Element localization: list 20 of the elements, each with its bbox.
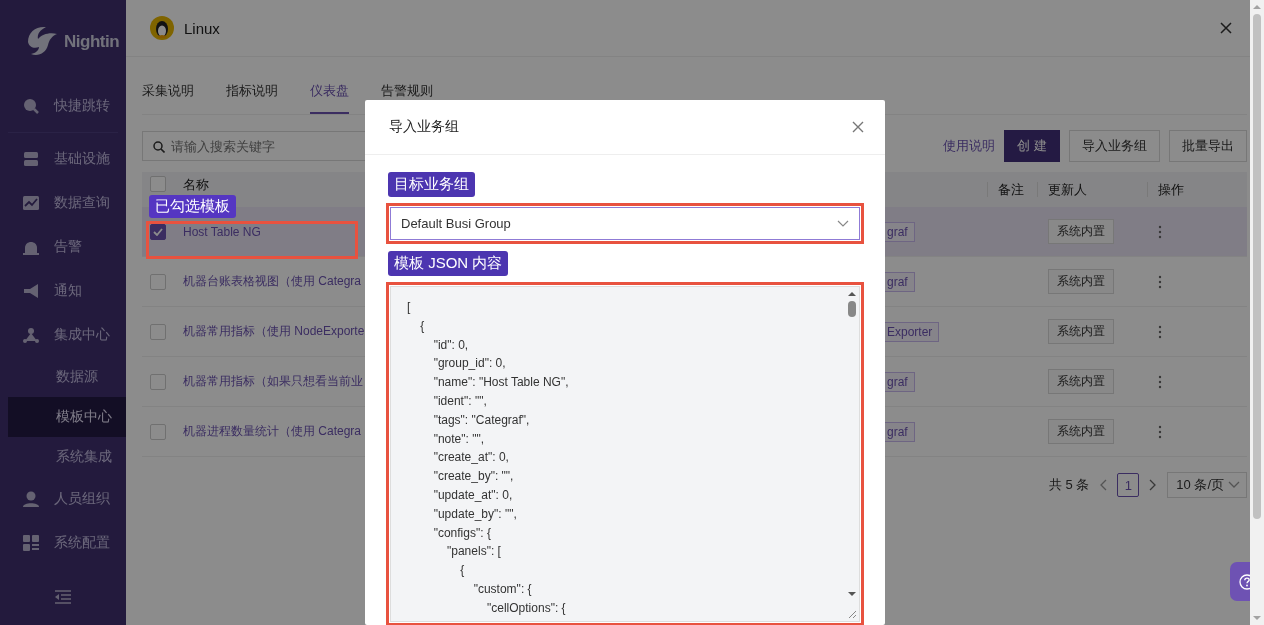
column-header: 操作 <box>1158 180 1184 199</box>
tag: graf <box>885 271 915 292</box>
tag: graf <box>885 221 915 242</box>
total-count: 共 5 条 <box>1048 476 1090 494</box>
field-label: 目标业务组 <box>388 172 475 197</box>
logo-text: Nightin <box>64 32 120 52</box>
tag: 系统内置 <box>1048 219 1114 244</box>
column-header: 名称 <box>183 176 209 194</box>
tag: 系统内置 <box>1048 419 1114 444</box>
tag: graf <box>885 421 915 442</box>
annotation-label: 已勾选模板 <box>149 195 236 218</box>
tag: 系统内置 <box>1048 369 1114 394</box>
tag: 系统内置 <box>1048 269 1114 294</box>
field-label: 模板 JSON 内容 <box>388 251 509 276</box>
tag: graf <box>885 371 915 392</box>
column-header: 更新人 <box>1048 180 1087 199</box>
column-header: 备注 <box>998 180 1024 199</box>
drawer-title: Linux <box>184 19 220 37</box>
tag: Exporter <box>885 321 940 342</box>
tag: 系统内置 <box>1048 319 1114 344</box>
